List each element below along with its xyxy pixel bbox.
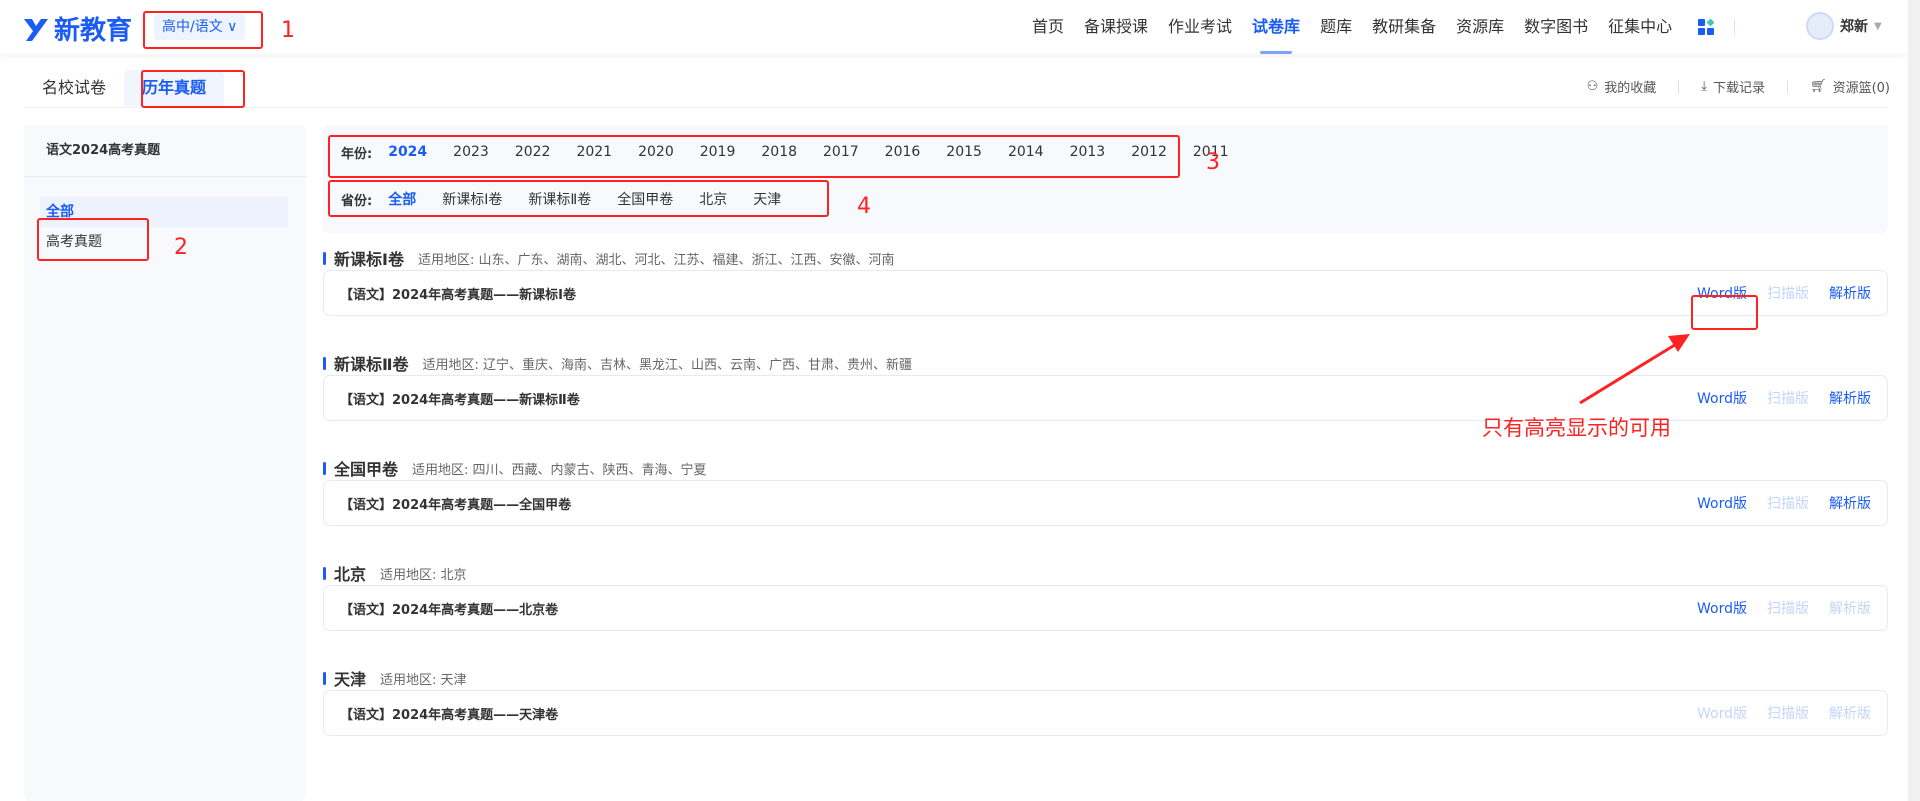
annotation-arrow-icon bbox=[1579, 334, 1690, 405]
annotation-note: 只有高亮显示的可用 bbox=[1482, 416, 1671, 440]
